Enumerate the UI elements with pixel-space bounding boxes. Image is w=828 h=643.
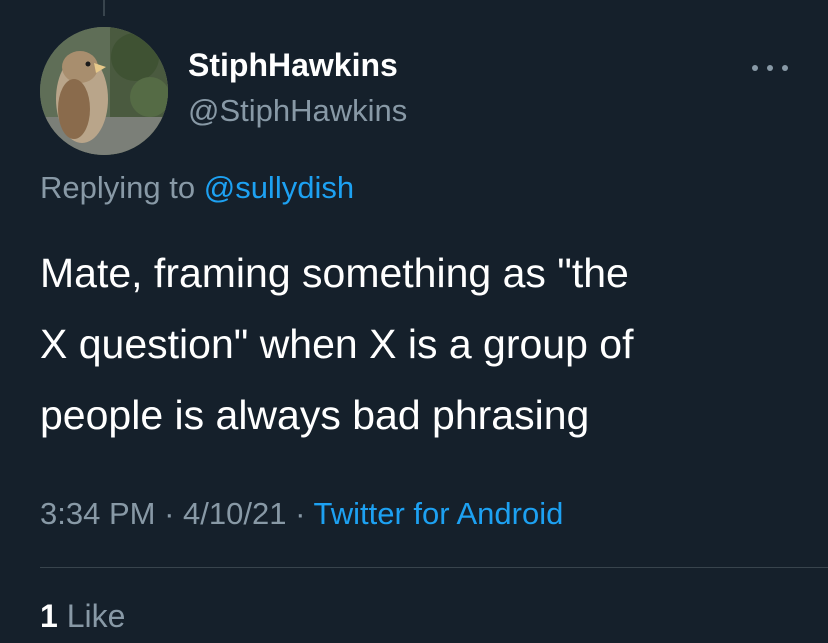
avatar[interactable] bbox=[40, 27, 168, 155]
meta-separator: · bbox=[295, 496, 306, 531]
replying-to-mention[interactable]: @sullydish bbox=[204, 170, 354, 205]
tweet-date[interactable]: 4/10/21 bbox=[183, 496, 286, 531]
likes-count: 1 bbox=[40, 598, 58, 634]
ellipsis-icon bbox=[752, 65, 758, 71]
thread-connector-line bbox=[103, 0, 105, 16]
tweet-text-line: people is always bad phrasing bbox=[40, 392, 590, 438]
meta-separator: · bbox=[164, 496, 175, 531]
replying-to-label: Replying to bbox=[40, 170, 196, 205]
tweet-source-link[interactable]: Twitter for Android bbox=[313, 496, 563, 531]
tweet-text-line: Mate, framing something as "the bbox=[40, 250, 629, 296]
ellipsis-icon bbox=[767, 65, 773, 71]
tweet-text: Mate, framing something as "the X questi… bbox=[40, 238, 800, 451]
replying-to-line: Replying to @sullydish bbox=[40, 170, 354, 206]
hawk-avatar-icon bbox=[40, 27, 168, 155]
likes-label: Like bbox=[66, 598, 126, 634]
display-name[interactable]: StiphHawkins bbox=[188, 47, 398, 84]
likes-stat[interactable]: 1 Like bbox=[40, 598, 125, 635]
tweet-time[interactable]: 3:34 PM bbox=[40, 496, 155, 531]
divider bbox=[40, 567, 828, 568]
tweet-text-line: X question" when X is a group of bbox=[40, 321, 634, 367]
ellipsis-icon bbox=[782, 65, 788, 71]
user-handle[interactable]: @StiphHawkins bbox=[188, 93, 407, 129]
more-options-button[interactable] bbox=[752, 58, 788, 78]
tweet-metadata: 3:34 PM · 4/10/21 · Twitter for Android bbox=[40, 496, 563, 532]
